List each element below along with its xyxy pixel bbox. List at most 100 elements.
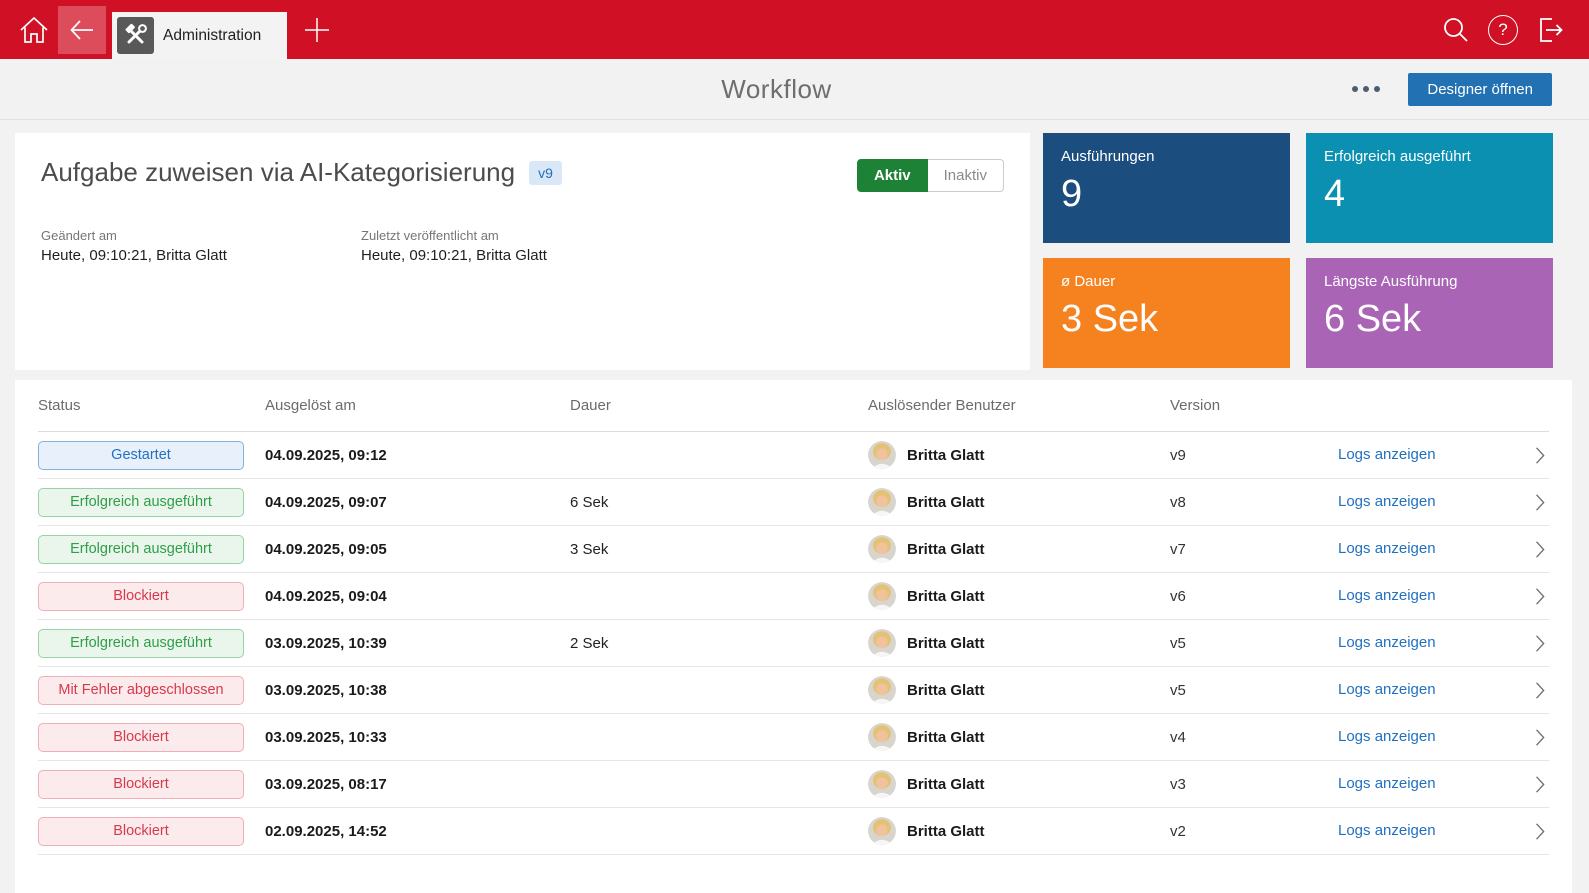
status-badge: Erfolgreich ausgeführt — [38, 535, 244, 564]
home-icon — [17, 13, 51, 47]
logs-link[interactable]: Logs anzeigen — [1338, 775, 1436, 792]
duration-cell: 2 Sek — [570, 635, 868, 652]
user-name: Britta Glatt — [907, 635, 985, 652]
modified-label: Geändert am — [41, 228, 361, 243]
search-button[interactable] — [1440, 14, 1471, 45]
content-area: Aufgabe zuweisen via AI-Kategorisierung … — [0, 120, 1589, 893]
status-badge: Erfolgreich ausgeführt — [38, 488, 244, 517]
tab-label: Administration — [163, 27, 261, 45]
column-header-duration: Dauer — [570, 397, 868, 414]
row-open-button[interactable] — [1504, 822, 1549, 841]
help-button[interactable]: ? — [1488, 15, 1518, 45]
user-avatar — [868, 488, 896, 516]
version-cell: v7 — [1170, 541, 1338, 558]
workflow-title: Aufgabe zuweisen via AI-Kategorisierung — [41, 157, 515, 188]
search-icon — [1440, 14, 1471, 45]
column-header-triggered: Ausgelöst am — [265, 397, 570, 414]
page-title: Workflow — [0, 74, 1553, 105]
status-badge: Mit Fehler abgeschlossen — [38, 676, 244, 705]
status-badge: Blockiert — [38, 723, 244, 752]
table-row[interactable]: Blockiert 02.09.2025, 14:52 Britta Glatt — [38, 808, 1549, 855]
chevron-right-icon — [1530, 540, 1549, 559]
table-row[interactable]: Blockiert 03.09.2025, 10:33 Britta Glatt — [38, 714, 1549, 761]
logs-link[interactable]: Logs anzeigen — [1338, 540, 1436, 557]
table-row[interactable]: Erfolgreich ausgeführt 04.09.2025, 09:05… — [38, 526, 1549, 573]
logout-button[interactable] — [1535, 14, 1567, 46]
row-open-button[interactable] — [1504, 446, 1549, 465]
stat-label: Längste Ausführung — [1324, 273, 1535, 290]
triggered-at-cell: 02.09.2025, 14:52 — [265, 823, 570, 840]
home-button[interactable] — [12, 8, 56, 52]
user-avatar — [868, 770, 896, 798]
stat-tiles: Ausführungen 9 Erfolgreich ausgeführt 4 … — [1043, 133, 1553, 370]
version-cell: v6 — [1170, 588, 1338, 605]
published-block: Zuletzt veröffentlicht am Heute, 09:10:2… — [361, 228, 681, 264]
row-open-button[interactable] — [1504, 493, 1549, 512]
table-row[interactable]: Erfolgreich ausgeführt 04.09.2025, 09:07… — [38, 479, 1549, 526]
workflow-card: Aufgabe zuweisen via AI-Kategorisierung … — [15, 133, 1030, 370]
triggered-at-cell: 04.09.2025, 09:04 — [265, 588, 570, 605]
triggered-at-cell: 03.09.2025, 10:39 — [265, 635, 570, 652]
chevron-right-icon — [1530, 822, 1549, 841]
row-open-button[interactable] — [1504, 587, 1549, 606]
open-designer-button[interactable]: Designer öffnen — [1408, 73, 1552, 106]
header-actions: Designer öffnen — [1350, 73, 1552, 106]
triggered-at-cell: 04.09.2025, 09:05 — [265, 541, 570, 558]
toggle-inaktiv[interactable]: Inaktiv — [928, 159, 1004, 192]
status-badge: Blockiert — [38, 817, 244, 846]
stat-label: Erfolgreich ausgeführt — [1324, 148, 1535, 165]
table-row[interactable]: Blockiert 03.09.2025, 08:17 Britta Glatt — [38, 761, 1549, 808]
back-arrow-icon — [65, 13, 99, 47]
logs-link[interactable]: Logs anzeigen — [1338, 493, 1436, 510]
logs-link[interactable]: Logs anzeigen — [1338, 446, 1436, 463]
logout-icon — [1535, 14, 1567, 46]
logs-link[interactable]: Logs anzeigen — [1338, 728, 1436, 745]
user-name: Britta Glatt — [907, 729, 985, 746]
user-cell: Britta Glatt — [868, 488, 1170, 516]
column-header-user: Auslösender Benutzer — [868, 397, 1170, 414]
triggered-at-cell: 04.09.2025, 09:12 — [265, 447, 570, 464]
chevron-right-icon — [1530, 493, 1549, 512]
new-tab-button[interactable] — [295, 8, 339, 52]
overflow-menu-button[interactable] — [1350, 80, 1382, 98]
dot-icon — [1374, 86, 1380, 92]
stat-value: 3 Sek — [1061, 298, 1272, 341]
published-value: Heute, 09:10:21, Britta Glatt — [361, 247, 681, 264]
row-open-button[interactable] — [1504, 775, 1549, 794]
chevron-right-icon — [1530, 775, 1549, 794]
logs-link[interactable]: Logs anzeigen — [1338, 587, 1436, 604]
chevron-right-icon — [1530, 681, 1549, 700]
user-avatar — [868, 817, 896, 845]
stat-tile: ø Dauer 3 Sek — [1043, 258, 1290, 368]
table-row[interactable]: Gestartet 04.09.2025, 09:12 Britta Glatt — [38, 432, 1549, 479]
help-icon: ? — [1488, 15, 1518, 45]
logs-link[interactable]: Logs anzeigen — [1338, 681, 1436, 698]
status-badge: Gestartet — [38, 441, 244, 470]
table-row[interactable]: Erfolgreich ausgeführt 03.09.2025, 10:39… — [38, 620, 1549, 667]
logs-link[interactable]: Logs anzeigen — [1338, 634, 1436, 651]
row-open-button[interactable] — [1504, 728, 1549, 747]
tab-administration[interactable]: Administration — [112, 12, 287, 59]
modified-block: Geändert am Heute, 09:10:21, Britta Glat… — [41, 228, 361, 264]
user-name: Britta Glatt — [907, 447, 985, 464]
duration-cell: 6 Sek — [570, 494, 868, 511]
user-name: Britta Glatt — [907, 823, 985, 840]
stat-value: 6 Sek — [1324, 298, 1535, 341]
version-cell: v5 — [1170, 682, 1338, 699]
row-open-button[interactable] — [1504, 540, 1549, 559]
version-cell: v9 — [1170, 447, 1338, 464]
chevron-right-icon — [1530, 634, 1549, 653]
topbar: Administration ? — [0, 0, 1589, 59]
logs-link[interactable]: Logs anzeigen — [1338, 822, 1436, 839]
stat-value: 4 — [1324, 173, 1535, 216]
table-row[interactable]: Mit Fehler abgeschlossen 03.09.2025, 10:… — [38, 667, 1549, 714]
user-cell: Britta Glatt — [868, 817, 1170, 845]
table-row[interactable]: Blockiert 04.09.2025, 09:04 Britta Glatt — [38, 573, 1549, 620]
dot-icon — [1352, 86, 1358, 92]
back-button[interactable] — [58, 6, 106, 54]
row-open-button[interactable] — [1504, 681, 1549, 700]
triggered-at-cell: 03.09.2025, 08:17 — [265, 776, 570, 793]
toggle-aktiv[interactable]: Aktiv — [857, 159, 928, 192]
executions-table: Status Ausgelöst am Dauer Auslösender Be… — [15, 380, 1572, 893]
row-open-button[interactable] — [1504, 634, 1549, 653]
